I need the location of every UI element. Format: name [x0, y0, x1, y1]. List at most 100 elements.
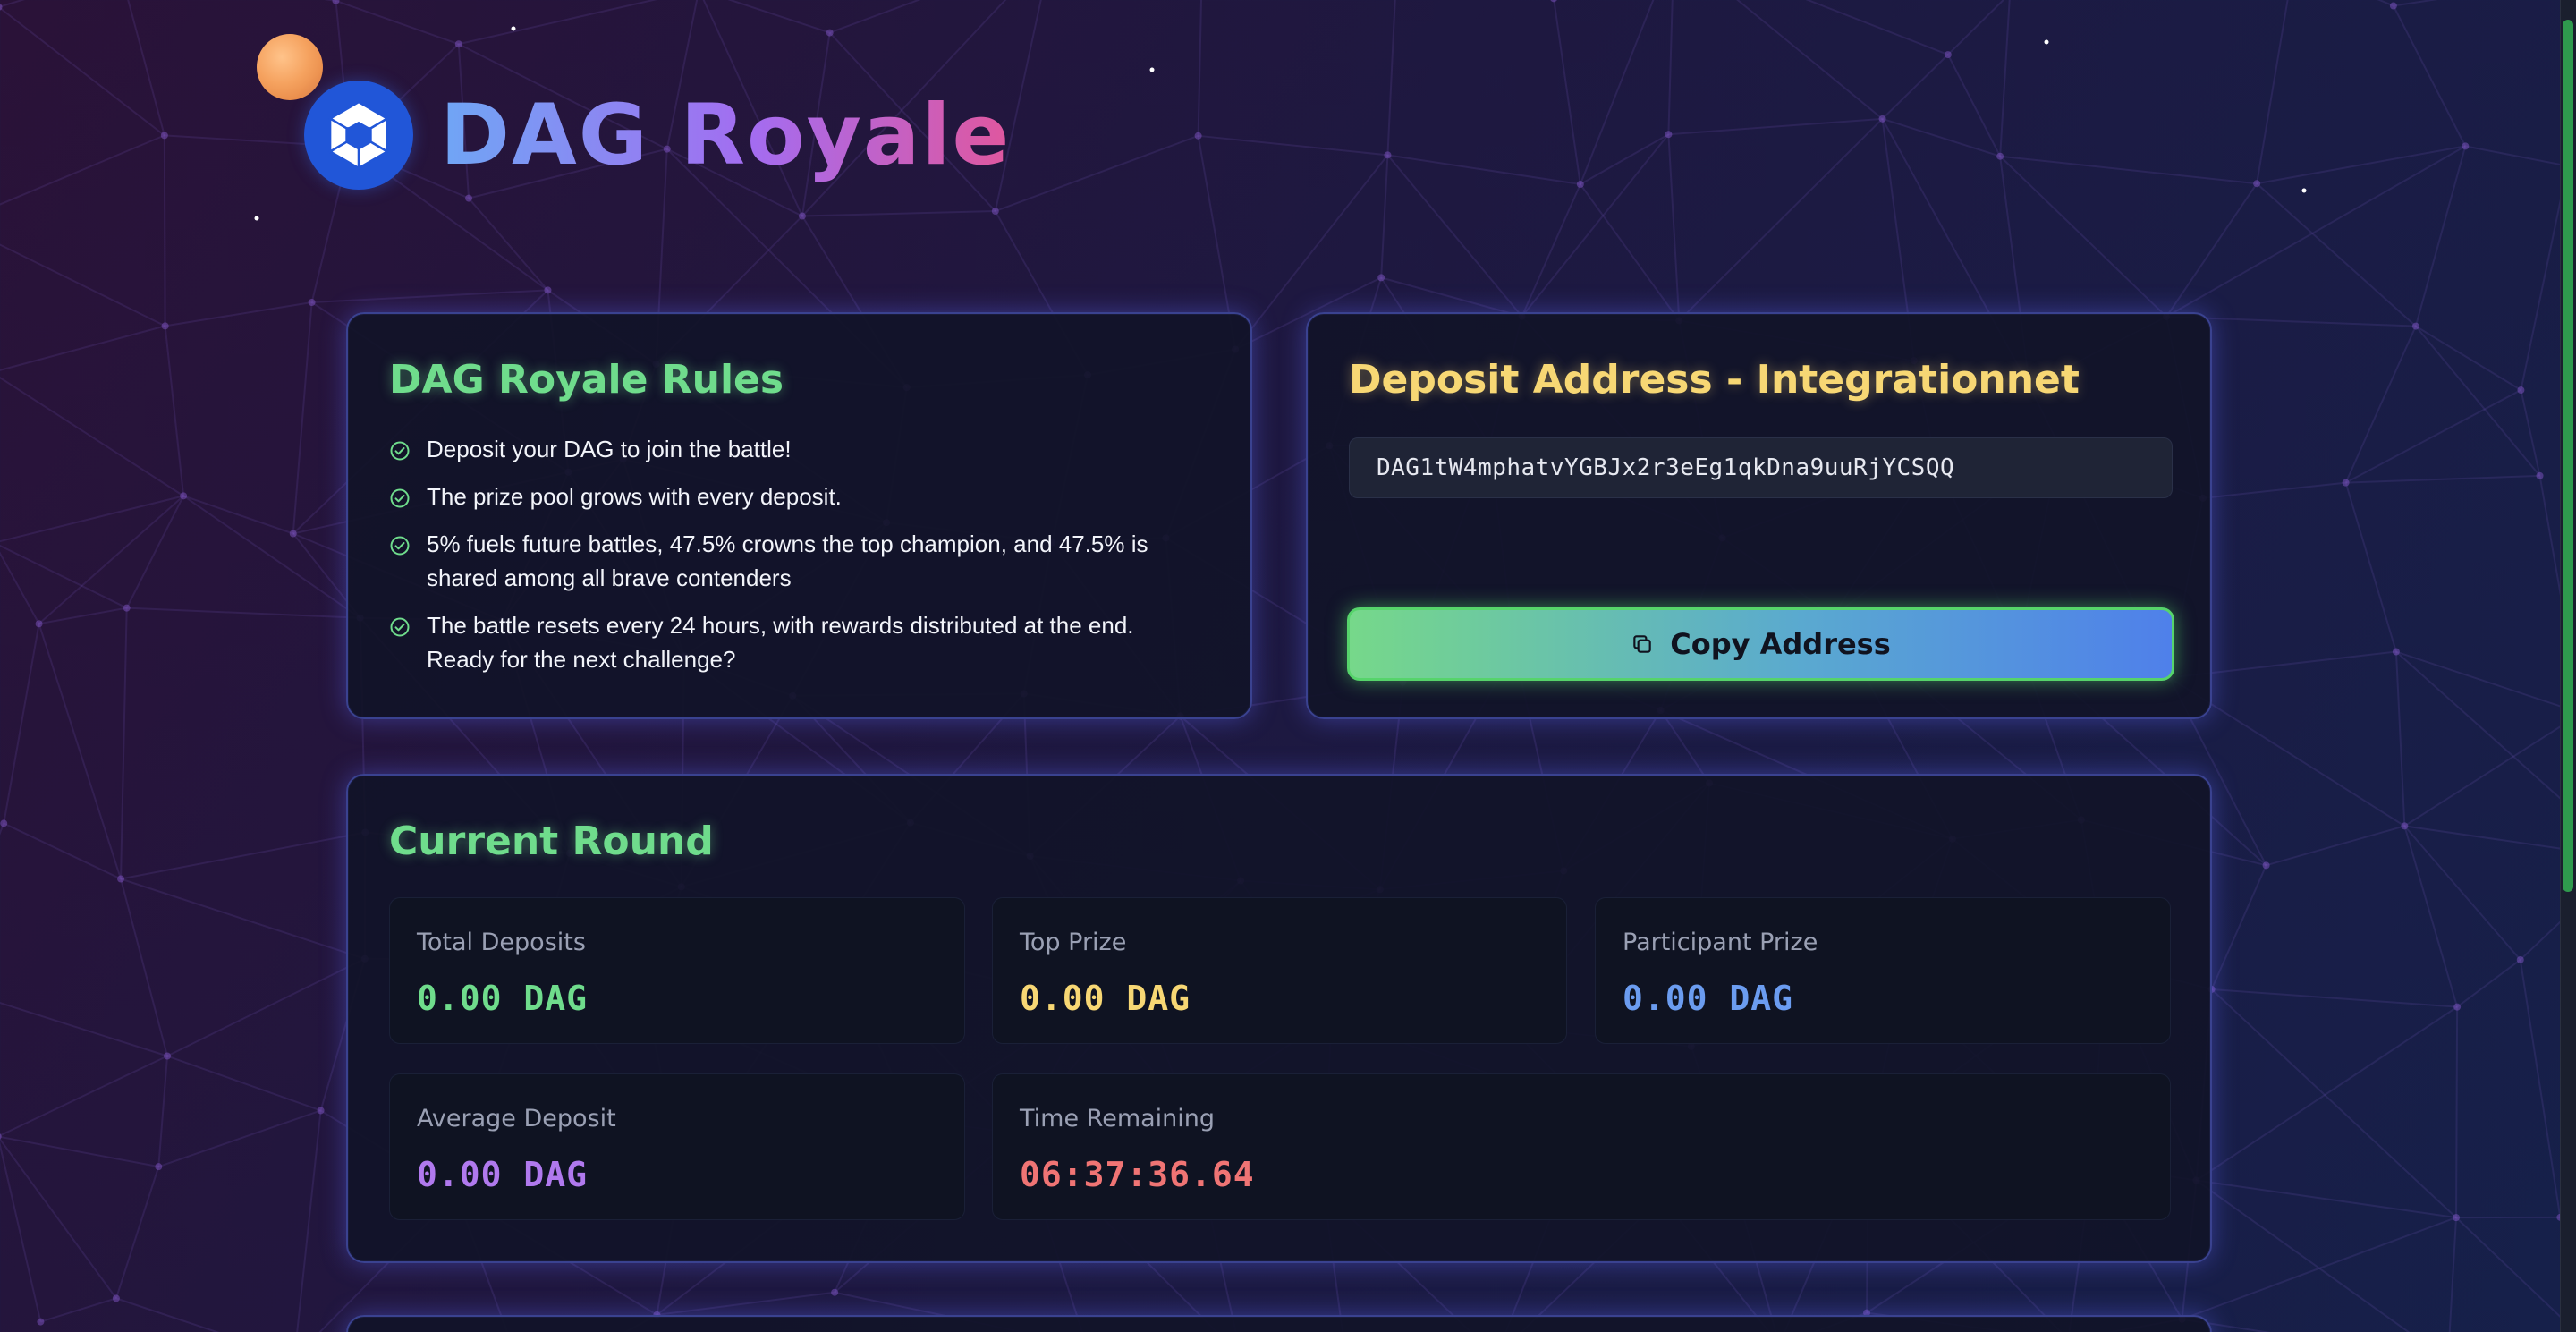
network-line — [2415, 325, 2521, 391]
network-node — [2342, 479, 2350, 487]
network-node — [155, 1163, 163, 1171]
network-line — [157, 1056, 169, 1167]
network-line — [120, 831, 366, 880]
network-line — [2256, 182, 2417, 327]
top-prize-value: 0.00 DAG — [1020, 979, 1191, 1018]
network-line — [2414, 146, 2467, 327]
top-prize-label: Top Prize — [1020, 929, 1127, 956]
deposit-panel: Deposit Address - Integrationnet DAG1tW4… — [1306, 312, 2212, 719]
network-node — [161, 322, 169, 330]
network-node — [308, 299, 316, 307]
star-dot — [254, 216, 259, 221]
network-line — [2415, 325, 2541, 477]
network-line — [120, 878, 366, 960]
network-line — [2182, 1217, 2457, 1320]
network-node — [317, 1107, 325, 1115]
network-node — [160, 132, 168, 140]
network-line — [125, 495, 185, 609]
network-node — [465, 194, 473, 202]
total-deposits-card: Total Deposits 0.00 DAG — [389, 897, 965, 1044]
time-remaining-value: 06:37:36.64 — [1020, 1155, 1255, 1194]
network-line — [727, 0, 830, 34]
network-line — [468, 197, 549, 292]
network-line — [0, 134, 165, 206]
scrollbar[interactable] — [2560, 0, 2576, 1332]
network-line — [1386, 154, 1523, 318]
network-line — [0, 544, 128, 609]
network-line — [1579, 0, 1655, 185]
network-line — [2403, 825, 2521, 961]
network-node — [544, 286, 552, 294]
network-line — [165, 301, 312, 327]
network-line — [2195, 1179, 2411, 1332]
network-line — [0, 6, 165, 137]
network-line — [1580, 183, 1681, 321]
network-line — [157, 1109, 321, 1168]
star-dot — [1149, 67, 1155, 72]
network-line — [801, 210, 996, 217]
star-dot — [511, 26, 516, 31]
brand-title[interactable]: DAG Royale — [440, 82, 1011, 190]
network-line — [166, 957, 366, 1057]
network-line — [2395, 650, 2576, 814]
network-line — [2456, 959, 2521, 1008]
total-deposits-value: 0.00 DAG — [417, 979, 589, 1018]
network-node — [1384, 151, 1392, 159]
network-node — [2389, 2, 2397, 10]
star-dot — [2044, 39, 2049, 45]
network-line — [1668, 117, 1883, 136]
network-line — [0, 1002, 168, 1057]
network-line — [114, 1166, 160, 1299]
network-line — [1386, 0, 1396, 156]
network-line — [1580, 133, 1669, 185]
network-line — [127, 0, 165, 136]
network-line — [3, 624, 40, 824]
network-node — [1377, 274, 1385, 282]
network-line — [1387, 154, 1580, 185]
network-node — [991, 208, 999, 216]
total-deposits-label: Total Deposits — [417, 929, 586, 956]
scrollbar-thumb[interactable] — [2563, 20, 2573, 892]
network-node — [1944, 51, 1952, 59]
network-line — [2403, 826, 2459, 1007]
rule-item: The prize pool grows with every deposit. — [389, 479, 1194, 513]
network-line — [1881, 54, 1949, 120]
network-node — [1878, 115, 1886, 123]
network-line — [2000, 155, 2258, 185]
network-line — [3, 822, 122, 880]
network-node — [123, 604, 131, 612]
network-line — [324, 0, 336, 2]
network-line — [2455, 1006, 2459, 1218]
network-line — [38, 495, 184, 625]
check-circle-icon — [390, 617, 410, 637]
network-line — [829, 0, 921, 34]
rules-panel: DAG Royale Rules Deposit your DAG to joi… — [346, 312, 1252, 719]
network-line — [2210, 988, 2457, 1218]
check-circle-icon — [390, 441, 410, 461]
network-line — [126, 607, 360, 619]
check-circle-icon — [390, 536, 410, 556]
copy-address-button[interactable]: Copy Address — [1347, 607, 2174, 681]
network-line — [2202, 481, 2346, 499]
network-line — [335, 0, 460, 46]
network-line — [2520, 389, 2541, 477]
network-line — [311, 289, 548, 304]
next-panel — [346, 1315, 2212, 1332]
network-node — [112, 1294, 120, 1302]
network-line — [2165, 145, 2466, 318]
network-line — [1999, 155, 2167, 318]
network-node — [1550, 0, 1557, 3]
logo-badge[interactable] — [304, 81, 413, 190]
rule-text: Deposit your DAG to join the battle! — [427, 436, 792, 462]
planet-decoration — [257, 34, 323, 100]
network-line — [0, 1055, 168, 1137]
network-node — [2516, 955, 2524, 963]
deposit-address-field[interactable]: DAG1tW4mphatvYGBJx2r3eEg1qkDna9uuRjYCSQQ — [1349, 437, 2173, 498]
network-line — [1736, 0, 1884, 120]
network-line — [2165, 182, 2258, 318]
rules-list: Deposit your DAG to join the battle! The… — [389, 432, 1194, 690]
network-line — [0, 325, 165, 371]
network-line — [38, 623, 122, 879]
top-prize-card: Top Prize 0.00 DAG — [992, 897, 1567, 1044]
network-line — [292, 301, 313, 534]
